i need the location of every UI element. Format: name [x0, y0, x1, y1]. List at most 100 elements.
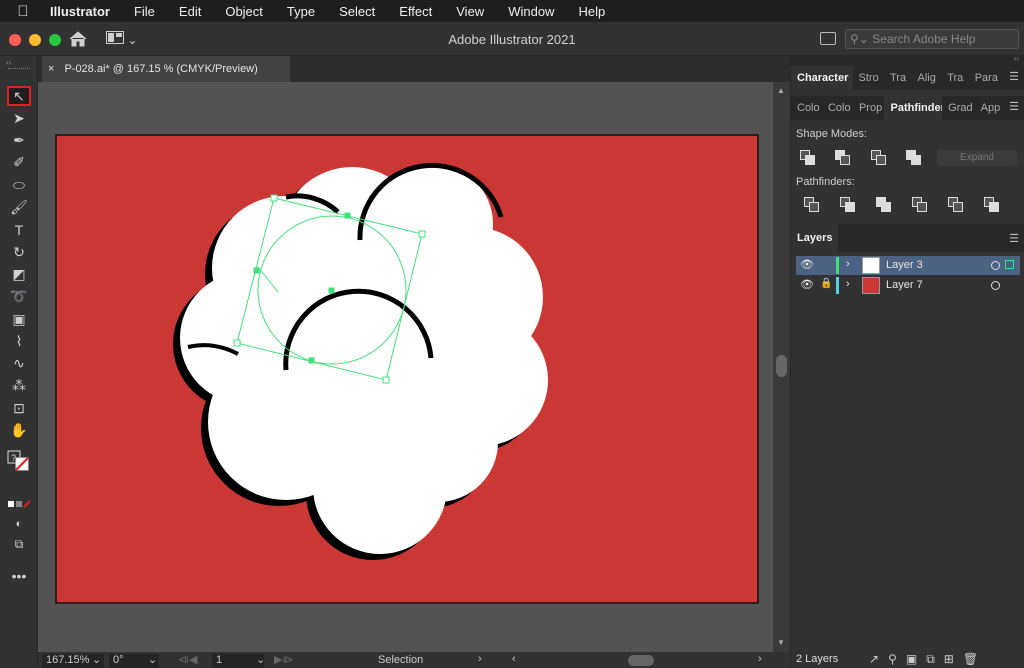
menu-illustrator[interactable]: Illustrator [46, 4, 122, 19]
vertical-scroll-thumb[interactable] [776, 355, 787, 377]
tab-character[interactable]: Character [791, 66, 853, 90]
delete-icon[interactable]: 🗑 [963, 652, 978, 667]
layer-name[interactable]: Layer 3 [886, 259, 923, 271]
toolbar-grip[interactable] [8, 68, 30, 69]
blend-tool-icon[interactable]: ∿ [7, 354, 31, 374]
artboard-tool-icon[interactable]: ⊡ [7, 398, 31, 418]
hand-tool-icon[interactable]: ✋ [7, 421, 31, 441]
document-tab[interactable]: × P-028.ai* @ 167.15 % (CMYK/Preview) [42, 56, 290, 82]
direct-selection-tool-icon[interactable]: ➤ [7, 108, 31, 128]
crop-icon[interactable] [912, 197, 930, 213]
symbol-sprayer-tool-icon[interactable]: ⁂ [7, 376, 31, 396]
chevron-down-icon[interactable]: ⌄ [92, 653, 101, 666]
visibility-eye-icon[interactable]: 👁 [800, 258, 814, 271]
selection-tool-icon[interactable]: ↖ [7, 86, 31, 106]
tab-color-guide[interactable]: Colo [822, 96, 853, 120]
canvas[interactable] [38, 82, 773, 652]
tab-stroke[interactable]: Stro [853, 66, 884, 90]
scroll-right-icon[interactable]: › [758, 653, 762, 665]
layer-target-icon[interactable] [991, 261, 1000, 270]
menu-type[interactable]: Type [275, 4, 327, 19]
tab-appearance[interactable]: App [975, 96, 1003, 120]
tab-pathfinder[interactable]: Pathfinder [884, 96, 943, 120]
menu-file[interactable]: File [122, 4, 167, 19]
more-tools-icon[interactable]: ••• [7, 566, 31, 586]
unite-icon[interactable] [800, 150, 818, 166]
toolbar-collapse-icon[interactable]: ‹› [6, 58, 11, 67]
lock-icon[interactable]: 🔒 [820, 278, 832, 289]
color-mode-icon[interactable] [7, 496, 31, 516]
expand-button[interactable]: Expand [937, 150, 1017, 166]
make-clipping-mask-icon[interactable]: ▣ [906, 652, 917, 667]
pen-tool-icon[interactable]: ✒ [7, 131, 31, 151]
search-help-field[interactable]: ⚲⌄ Search Adobe Help [845, 29, 1019, 49]
menu-select[interactable]: Select [327, 4, 387, 19]
screen-mode-icon[interactable]: ⧉ [7, 534, 31, 554]
artboard-nav-first-icon[interactable]: ⧏◀ [178, 653, 197, 666]
tab-transparency[interactable]: Tra [884, 66, 912, 90]
menu-effect[interactable]: Effect [387, 4, 444, 19]
chevron-right-icon[interactable]: › [478, 653, 482, 665]
scroll-up-icon[interactable]: ▲ [777, 86, 785, 95]
collapse-dock-icon[interactable]: ›› [1014, 54, 1019, 63]
create-sublayer-icon[interactable]: ⧉ [926, 652, 935, 667]
tab-gradient[interactable]: Grad [942, 96, 975, 120]
horizontal-scroll-thumb[interactable] [628, 655, 654, 666]
dock-header[interactable]: ›› [791, 54, 1024, 66]
panel-layout-icon[interactable] [820, 32, 836, 45]
layer-row[interactable]: 👁 › Layer 3 [796, 256, 1020, 275]
outline-icon[interactable] [948, 197, 966, 213]
apple-icon[interactable]:  [0, 3, 46, 20]
layer-target-icon[interactable] [991, 281, 1000, 290]
lasso-tool-icon[interactable]: ➰ [7, 287, 31, 307]
panel-menu-icon[interactable]: ☰ [1003, 96, 1024, 120]
tab-properties[interactable]: Prop [853, 96, 885, 120]
menu-object[interactable]: Object [213, 4, 275, 19]
tab-align[interactable]: Alig [912, 66, 942, 90]
fill-stroke-swatch[interactable]: ? [7, 450, 31, 471]
gradient-tool-icon[interactable]: ▣ [7, 309, 31, 329]
vertical-scrollbar[interactable]: ▲ ▼ [773, 82, 790, 652]
exclude-icon[interactable] [906, 150, 924, 166]
layer-name[interactable]: Layer 7 [886, 279, 923, 291]
panel-menu-icon[interactable]: ☰ [1003, 224, 1024, 252]
chevron-right-icon[interactable]: › [846, 258, 850, 270]
locate-object-icon[interactable]: ⚲ [888, 652, 897, 667]
tab-transform[interactable]: Tra [941, 66, 969, 90]
chevron-down-icon[interactable]: ⌄ [256, 653, 265, 666]
trim-icon[interactable] [840, 197, 858, 213]
layer-selection-indicator[interactable] [1005, 260, 1014, 269]
artwork-svg [55, 134, 759, 604]
eraser-tool-icon[interactable]: ◩ [7, 264, 31, 284]
panel-menu-icon[interactable]: ☰ [1003, 66, 1024, 90]
draw-mode-icon[interactable]: ◐ [7, 514, 31, 534]
tab-layers[interactable]: Layers [791, 224, 839, 252]
eyedropper-tool-icon[interactable]: ⌇ [7, 331, 31, 351]
tab-paragraph[interactable]: Para [969, 66, 1003, 90]
minus-back-icon[interactable] [984, 197, 1002, 213]
intersect-icon[interactable] [871, 150, 889, 166]
curvature-tool-icon[interactable]: ✐ [7, 153, 31, 173]
close-icon[interactable]: × [48, 63, 54, 75]
export-icon[interactable]: ↗ [869, 652, 879, 667]
layer-row[interactable]: 👁 🔒 › Layer 7 [796, 276, 1020, 295]
chevron-right-icon[interactable]: › [846, 278, 850, 290]
chevron-down-icon[interactable]: ⌄ [148, 653, 157, 666]
artboard-nav-next-icon[interactable]: ▶⧐ [274, 653, 293, 666]
tab-color[interactable]: Colo [791, 96, 822, 120]
menu-view[interactable]: View [444, 4, 496, 19]
scroll-down-icon[interactable]: ▼ [777, 638, 785, 647]
merge-icon[interactable] [876, 197, 894, 213]
scroll-left-icon[interactable]: ‹ [512, 653, 516, 665]
paintbrush-tool-icon[interactable]: 🖌 [7, 198, 31, 218]
menu-help[interactable]: Help [566, 4, 617, 19]
ellipse-tool-icon[interactable]: ⬭ [7, 175, 31, 195]
rotate-tool-icon[interactable]: ↻ [7, 242, 31, 262]
type-tool-icon[interactable]: T [7, 220, 31, 240]
menu-window[interactable]: Window [496, 4, 566, 19]
menu-edit[interactable]: Edit [167, 4, 213, 19]
divide-icon[interactable] [804, 197, 822, 213]
new-layer-icon[interactable]: ⊞ [944, 652, 954, 667]
visibility-eye-icon[interactable]: 👁 [800, 278, 814, 291]
minus-front-icon[interactable] [835, 150, 853, 166]
